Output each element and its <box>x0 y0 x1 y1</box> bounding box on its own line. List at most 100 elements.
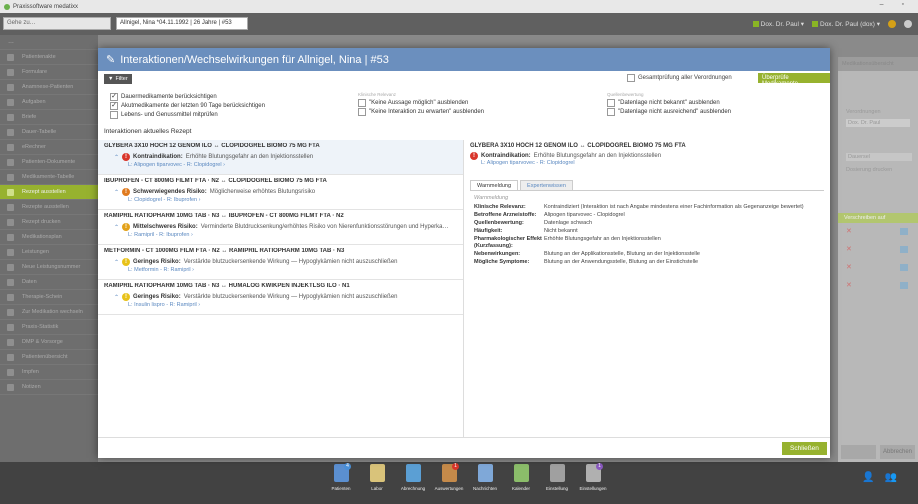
substance-link[interactable]: L: Insulin lispro - R: Ramipril › <box>104 302 457 311</box>
sidebar-item[interactable]: Daten <box>0 275 98 290</box>
interaction-item[interactable]: GLYBERA 3X10 HOCH 12 GENOM ILO ↔ CLOPIDO… <box>98 140 463 175</box>
interaction-row[interactable]: ⌃! Kontraindikation: Erhöhte Blutungsgefah… <box>104 152 457 162</box>
chevron-up-icon[interactable]: ⌃ <box>114 294 119 301</box>
sidebar-item[interactable]: Patientenakte <box>0 50 98 65</box>
chevron-up-icon[interactable]: ⌃ <box>114 224 119 231</box>
sidebar-item[interactable]: Praxis-Statistik <box>0 320 98 335</box>
filter-option-label: "Datenlage nicht bekannt" ausblenden <box>618 99 720 106</box>
check-medications-button[interactable]: Überprüfe Medikamente <box>758 73 830 87</box>
sidebar-item[interactable]: Rezept drucken <box>0 215 98 230</box>
chevron-up-icon[interactable]: ⌃ <box>114 189 119 196</box>
tab-warnmeldung[interactable]: Warnmeldung <box>470 180 519 190</box>
sidebar-item[interactable]: Rezept ausstellen <box>0 185 98 200</box>
remove-icon[interactable]: ✕ <box>846 227 852 235</box>
sidebar-item[interactable]: Impfen <box>0 365 98 380</box>
substance-link[interactable]: L: Ramipril - R: Ibuprofen › <box>104 232 457 241</box>
interaction-item[interactable]: METFORMIN - CT 1000MG FILM FTA · N2 ↔ RA… <box>98 245 463 280</box>
substance-link[interactable]: L: Clopidogrel - R: Ibuprofen › <box>104 197 457 206</box>
filter-option[interactable]: "Datenlage nicht bekannt" ausblenden <box>607 98 731 107</box>
doctor-selector-1[interactable]: Dox. Dr. Paul ▾ <box>752 20 804 28</box>
substance-link[interactable]: L: Alipogen tiparvovec - R: Clopidogrel … <box>104 162 457 171</box>
interaction-row[interactable]: ⌃! Geringes Risiko: Verstärkte blutzuckers… <box>104 292 457 302</box>
sidebar-item[interactable]: Formulare <box>0 65 98 80</box>
interaction-item[interactable]: RAMIPRIL RATIOPHARM 10MG TAB · N3 ↔ IBUP… <box>98 210 463 245</box>
sidebar-item[interactable]: DMP & Vorsorge <box>0 335 98 350</box>
filter-option[interactable]: ✓ Dauermedikamente berücksichtigen <box>110 92 265 101</box>
filter-option[interactable]: Lebens- und Genussmittel mitprüfen <box>110 110 265 119</box>
sidebar-item[interactable]: Medikationsplan <box>0 230 98 245</box>
row-action-icon[interactable] <box>900 282 908 289</box>
taskbar-item[interactable]: Einstellungen 1 <box>578 463 608 491</box>
sidebar-item[interactable]: Neue Leistungsnummer <box>0 260 98 275</box>
sidebar-item[interactable]: Patienten-Dokumente <box>0 155 98 170</box>
interaction-row[interactable]: ⌃! Geringes Risiko: Verstärkte blutzuckers… <box>104 257 457 267</box>
sidebar-item[interactable]: Patientenübersicht <box>0 350 98 365</box>
interaction-item[interactable]: IBUPROFEN - CT 800MG FILMT FTA · N2 ↔ CL… <box>98 175 463 210</box>
filter-option[interactable]: "Datenlage nicht ausreichend" ausblenden <box>607 107 731 116</box>
sidebar-item[interactable]: Zur Medikation wechseln <box>0 305 98 320</box>
checkbox[interactable] <box>607 107 615 116</box>
sidebar-item[interactable]: eRechner <box>0 140 98 155</box>
sidebar-item[interactable]: Leistungen <box>0 245 98 260</box>
filter-option[interactable]: ✓ Akutmedikamente der letzten 90 Tage ber… <box>110 101 265 110</box>
sidebar-item[interactable]: Therapie-Schein <box>0 290 98 305</box>
filter-option[interactable]: "Keine Aussage möglich" ausblenden <box>358 98 484 107</box>
panel-dosage-print[interactable]: Dosierung drucken <box>846 167 892 173</box>
checkbox-checked[interactable]: ✓ <box>110 101 118 110</box>
detail-substance-link[interactable]: L: Alipogen tiparvovec - R: Clopidogrel <box>470 160 824 170</box>
tab-expertenwissen[interactable]: Expertenwissen <box>520 180 573 190</box>
sidebar-item[interactable]: Anamnese-Patienten <box>0 80 98 95</box>
filter-button[interactable]: ▼ Filter <box>104 74 132 84</box>
taskbar-item[interactable]: Einstellung <box>542 464 572 491</box>
row-action-icon[interactable] <box>900 264 908 271</box>
remove-icon[interactable]: ✕ <box>846 245 852 253</box>
checkbox[interactable] <box>627 74 635 82</box>
substance-link[interactable]: L: Metformin - R: Ramipril › <box>104 267 457 276</box>
interaction-row[interactable]: ⌃! Mittelschweres Risiko: Verminderte Blut… <box>104 222 457 232</box>
taskbar-item[interactable]: Abrechnung <box>398 464 428 491</box>
sidebar-item[interactable]: Notizen <box>0 380 98 395</box>
taskbar-item[interactable]: Patienten 4 <box>326 463 356 491</box>
taskbar-item[interactable]: Kalender <box>506 464 536 491</box>
checkbox[interactable] <box>607 98 615 107</box>
drug-pair: IBUPROFEN - CT 800MG FILMT FTA · N2 ↔ CL… <box>104 178 327 184</box>
help-icon[interactable] <box>904 19 912 28</box>
sidebar-item[interactable]: Medikamente-Tabelle <box>0 170 98 185</box>
taskbar-item[interactable]: Auswertungen 1 <box>434 463 464 491</box>
panel-prescriber[interactable]: Dox. Dr. Paul <box>846 119 910 127</box>
chevron-up-icon[interactable]: ⌃ <box>114 154 119 161</box>
doctor-selector-2[interactable]: Dox. Dr. Paul (dox) ▾ <box>812 20 880 28</box>
remove-icon[interactable]: ✕ <box>846 263 852 271</box>
sidebar-item[interactable]: Briefe <box>0 110 98 125</box>
filter-option[interactable]: "Keine Interaktion zu erwarten" ausblend… <box>358 107 484 116</box>
interaction-row[interactable]: ⌃! Schwerwiegendes Risiko: Möglicherweise … <box>104 187 457 197</box>
taskbar-app-icon <box>405 464 421 482</box>
patient-selector[interactable]: Allnigel, Nina *04.11.1992 | 26 Jahre | … <box>116 17 248 30</box>
row-action-icon[interactable] <box>900 246 908 253</box>
window-controls[interactable]: – ▫ <box>880 1 912 8</box>
user-icon[interactable]: 👤 <box>862 472 874 483</box>
taskbar-item[interactable]: Labor <box>362 464 392 491</box>
panel-ok-button[interactable] <box>841 445 876 459</box>
prescribe-button[interactable]: Verschreiben auf <box>838 213 918 223</box>
sidebar-item[interactable]: Rezepte ausstellen <box>0 200 98 215</box>
sidebar-item[interactable]: Dauer-Tabelle <box>0 125 98 140</box>
chevron-up-icon[interactable]: ⌃ <box>114 259 119 266</box>
users-icon[interactable]: 👥 <box>884 472 896 483</box>
checkbox[interactable] <box>110 110 118 119</box>
sidebar-item[interactable]: Aufgaben <box>0 95 98 110</box>
remove-icon[interactable]: ✕ <box>846 281 852 289</box>
checkbox[interactable] <box>358 107 366 116</box>
panel-cancel-button[interactable]: Abbrechen <box>880 445 915 459</box>
detail-value: Erhöhte Blutungsgefahr an den Injektions… <box>544 236 661 242</box>
checkbox[interactable] <box>358 98 366 107</box>
interaction-item[interactable]: RAMIPRIL RATIOPHARM 10MG TAB · N3 ↔ HUMA… <box>98 280 463 315</box>
lock-icon[interactable] <box>888 19 896 28</box>
goto-search-input[interactable]: Gehe zu… <box>3 17 111 30</box>
checkbox-checked[interactable]: ✓ <box>110 92 118 101</box>
overall-check-option[interactable]: Gesamtprüfung aller Verordnungen <box>627 74 732 82</box>
row-action-icon[interactable] <box>900 228 908 235</box>
close-button[interactable]: Schließen <box>782 442 827 455</box>
taskbar-item[interactable]: Nachrichten <box>470 464 500 491</box>
detail-row: Klinische Relevanz: Kontraindiziert (Inte… <box>474 204 820 211</box>
